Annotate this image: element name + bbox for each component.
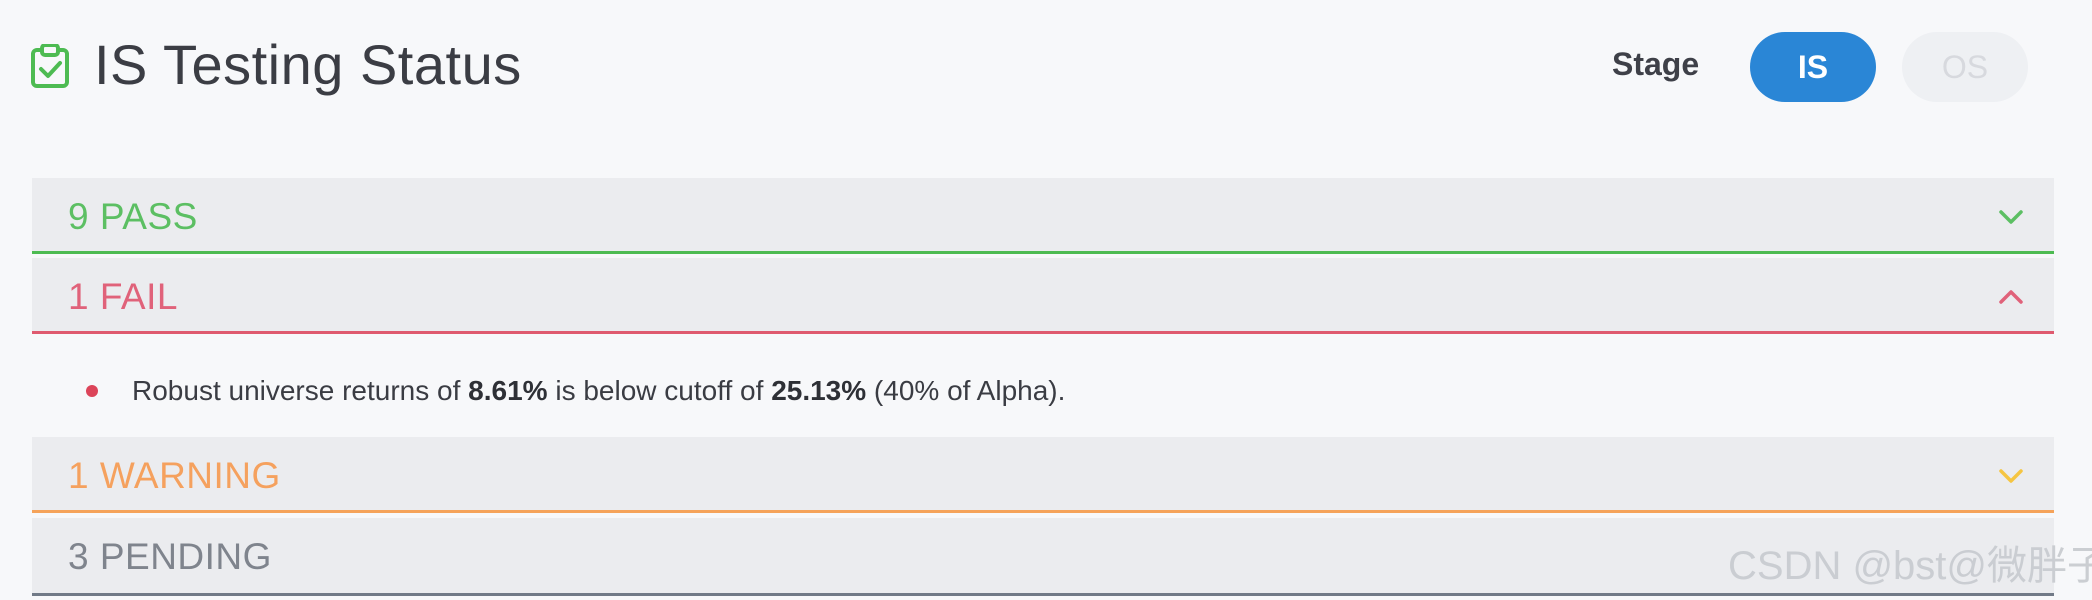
section-warning-label: 1 WARNING bbox=[68, 455, 281, 496]
chevron-up-icon bbox=[1999, 290, 2023, 304]
fail-message-value: 8.61% bbox=[468, 375, 548, 406]
section-warning-header[interactable]: 1 WARNING bbox=[32, 437, 2054, 513]
chevron-down-icon bbox=[1999, 469, 2023, 483]
page-header: IS Testing Status Stage IS OS bbox=[0, 0, 2092, 130]
fail-message-prefix: Robust universe returns of bbox=[132, 375, 469, 406]
chevron-down-icon bbox=[1999, 210, 2023, 224]
section-fail-content: Robust universe returns of 8.61% is belo… bbox=[32, 340, 2054, 434]
fail-message-middle: is below cutoff of bbox=[547, 375, 772, 406]
fail-message: Robust universe returns of 8.61% is belo… bbox=[132, 374, 1065, 408]
section-pass-header[interactable]: 9 PASS bbox=[32, 178, 2054, 254]
section-pass-label: 9 PASS bbox=[68, 196, 198, 237]
stage-label: Stage bbox=[1612, 46, 1700, 82]
fail-message-cutoff: 25.13% bbox=[771, 375, 867, 406]
stage-os-button[interactable]: OS bbox=[1902, 32, 2028, 102]
section-fail-header[interactable]: 1 FAIL bbox=[32, 258, 2054, 334]
clipboard-check-icon bbox=[31, 44, 69, 88]
section-fail-label: 1 FAIL bbox=[68, 276, 178, 317]
stage-is-button[interactable]: IS bbox=[1750, 32, 1876, 102]
page-title: IS Testing Status bbox=[94, 33, 522, 96]
watermark: CSDN @bst@微胖子 bbox=[1728, 544, 2092, 588]
section-pending-label: 3 PENDING bbox=[68, 536, 272, 577]
bullet-icon bbox=[86, 385, 98, 397]
fail-message-suffix: (40% of Alpha). bbox=[866, 375, 1066, 406]
